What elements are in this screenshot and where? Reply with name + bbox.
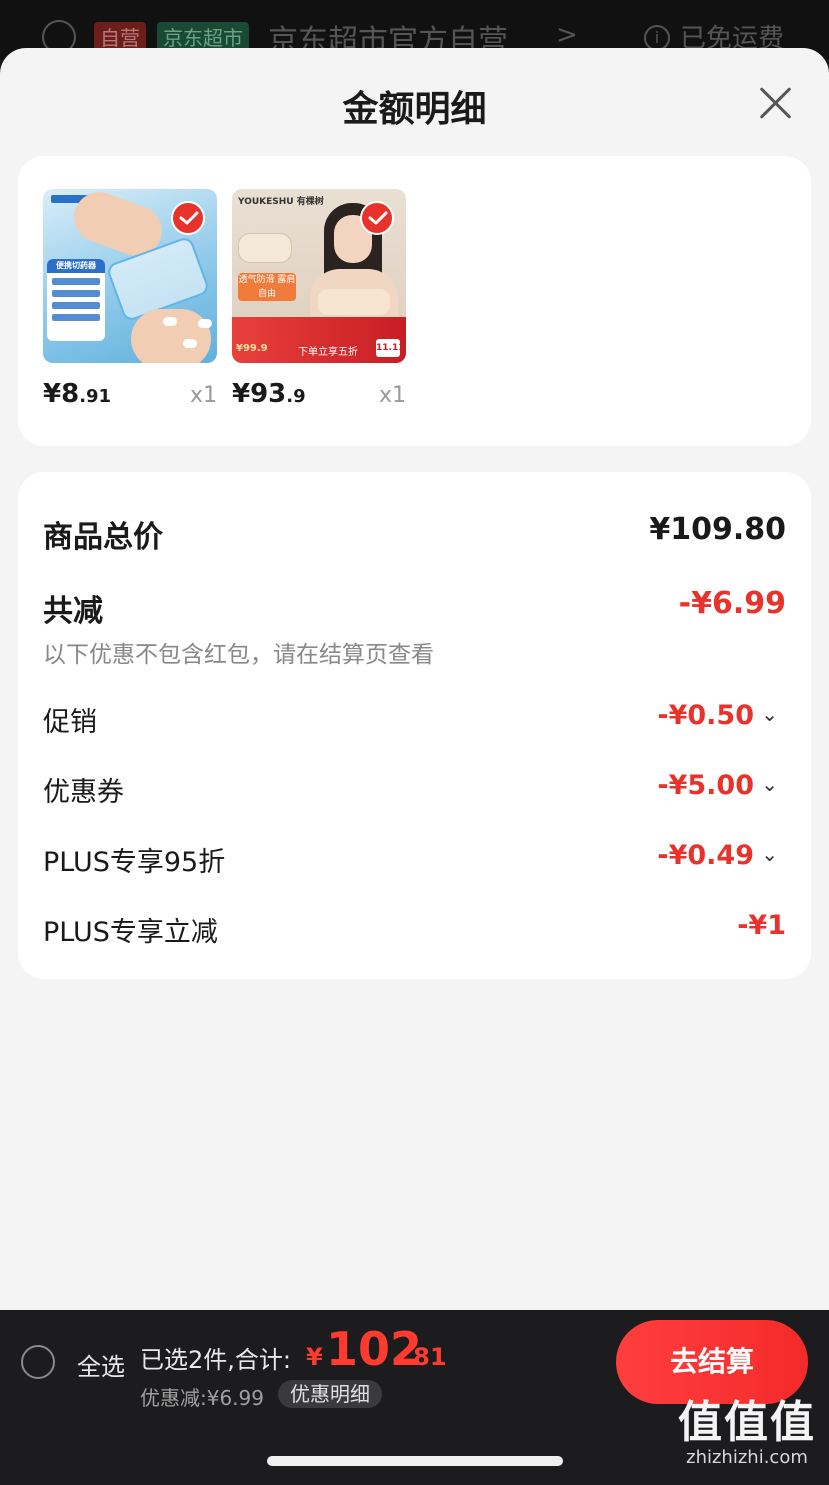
price-integer: ¥8 (43, 379, 80, 409)
pill-graphic (183, 339, 197, 348)
feature-line (52, 278, 100, 285)
brand-text: YOUKESHU 有棵树 (238, 197, 324, 207)
feature-caption: 透气防滑 露肩自由 (238, 273, 296, 301)
sheet-title: 金额明细 (342, 89, 487, 130)
discount-label: PLUS专享立减 (43, 917, 218, 948)
select-all-radio[interactable] (21, 1345, 55, 1379)
product-quantity: x1 (189, 383, 217, 408)
total-currency: ¥ (306, 1343, 323, 1371)
price-integer: ¥93 (232, 379, 287, 409)
product-price: ¥93.9 (232, 379, 306, 409)
feature-line (52, 314, 100, 321)
total-price-label: 商品总价 (43, 520, 163, 555)
discount-note: 以下优惠不包含红包，请在结算页查看 (43, 642, 434, 668)
total-price-value: ¥109.80 (649, 512, 786, 547)
total-reduction-value: -¥6.99 (678, 586, 786, 621)
watermark-url: zhizhizhi.com (686, 1447, 808, 1468)
price-decimal: .9 (286, 386, 306, 407)
selected-check-icon[interactable] (171, 201, 205, 235)
discount-value: -¥0.50 (657, 700, 754, 731)
watermark: 值值值 zhizhizhi.com (672, 1398, 822, 1468)
panel-title: 便携切药器 (47, 259, 105, 273)
product-image: 便携切药器 (43, 189, 217, 363)
strip-sale-text: 下单立享五折 (298, 347, 358, 358)
store-arrow-icon: > (556, 20, 578, 50)
strip-price: ¥99.9 (236, 343, 268, 354)
discount-value: -¥5.00 (657, 770, 754, 801)
close-icon[interactable] (752, 78, 800, 126)
watermark-logo: 值值值 (678, 1397, 816, 1448)
product-price: ¥8.91 (43, 379, 111, 409)
discount-label: PLUS专享95折 (43, 847, 226, 878)
selected-check-icon[interactable] (360, 201, 394, 235)
garment-graphic (318, 289, 390, 315)
discount-label: 促销 (43, 707, 97, 738)
promo-strip: ¥99.9 下单立享五折 11.11 (232, 317, 406, 363)
amount-detail-sheet: 金额明细 便携切药器 ¥8.91 x1 YOUKESHU 有棵树 透气防滑 露肩… (0, 48, 829, 1310)
home-indicator[interactable] (267, 1456, 563, 1466)
product-image: YOUKESHU 有棵树 透气防滑 露肩自由 ¥99.9 下单立享五折 11.1… (232, 189, 406, 363)
chevron-down-icon[interactable]: ⌄ (761, 772, 778, 796)
discount-label: 优惠券 (43, 777, 124, 808)
product-quantity: x1 (378, 383, 406, 408)
price-summary-card: 商品总价 ¥109.80 共减 -¥6.99 以下优惠不包含红包，请在结算页查看… (18, 472, 811, 979)
checkout-bar: 全选 已选2件,合计: ¥ 102 .81 优惠减:¥6.99 优惠明细 去结算… (0, 1310, 829, 1485)
discount-value: -¥1 (737, 910, 786, 941)
discount-value: -¥0.49 (657, 840, 754, 871)
total-decimal: .81 (404, 1343, 447, 1371)
pill-graphic (198, 319, 212, 328)
price-decimal: .91 (79, 386, 112, 407)
discount-summary: 优惠减:¥6.99 (140, 1386, 264, 1410)
double11-badge: 11.11 (376, 339, 404, 357)
checkout-button[interactable]: 去结算 (616, 1320, 808, 1404)
product-card: 便携切药器 ¥8.91 x1 YOUKESHU 有棵树 透气防滑 露肩自由 ¥9… (18, 156, 811, 446)
chevron-down-icon[interactable]: ⌄ (761, 842, 778, 866)
product-item[interactable]: YOUKESHU 有棵树 透气防滑 露肩自由 ¥99.9 下单立享五折 11.1… (232, 189, 406, 409)
product-graphic (238, 233, 292, 263)
feature-line (52, 302, 100, 309)
total-reduction-label: 共减 (43, 594, 103, 629)
chevron-down-icon[interactable]: ⌄ (761, 702, 778, 726)
feature-panel: 便携切药器 (47, 259, 105, 341)
product-item[interactable]: 便携切药器 ¥8.91 x1 (43, 189, 217, 409)
select-all-label[interactable]: 全选 (77, 1347, 125, 1382)
discount-detail-button[interactable]: 优惠明细 (278, 1380, 382, 1408)
feature-line (52, 290, 100, 297)
selected-count: 已选2件,合计: (140, 1346, 291, 1374)
pill-graphic (163, 317, 177, 326)
